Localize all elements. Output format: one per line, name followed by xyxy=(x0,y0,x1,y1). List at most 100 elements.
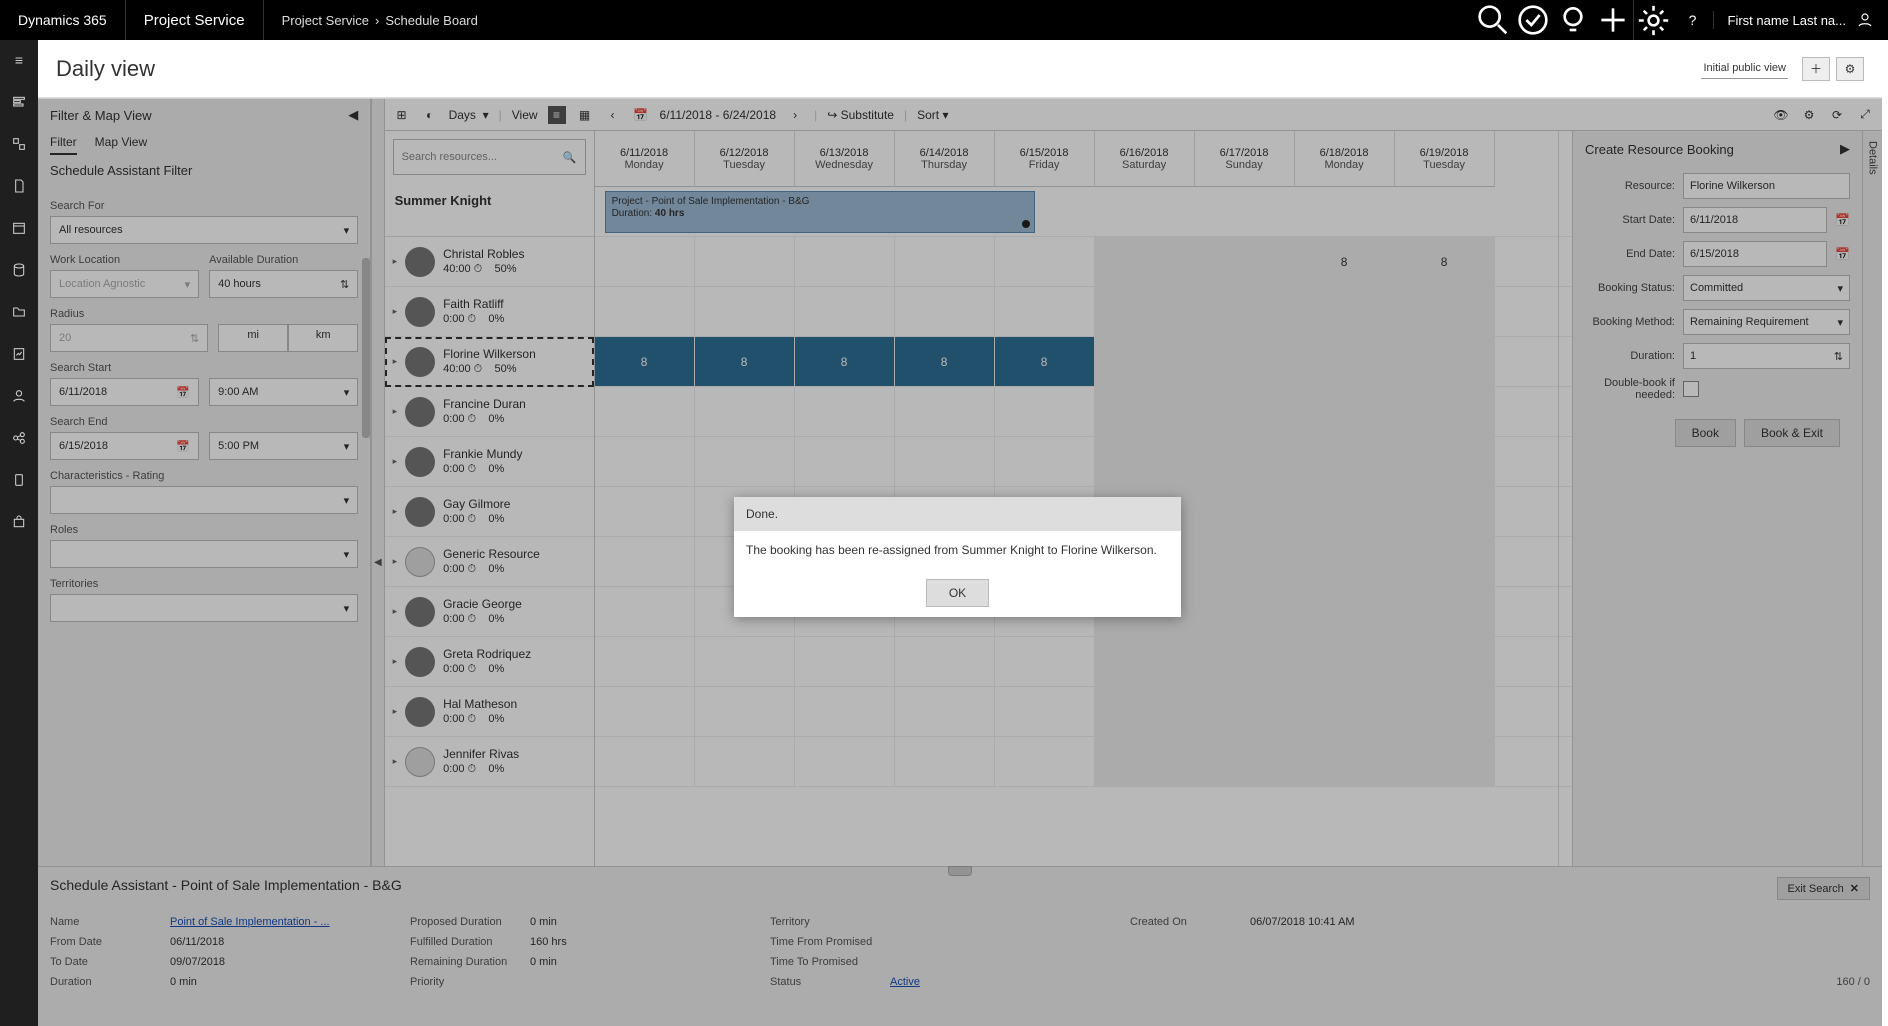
calendar-cell[interactable] xyxy=(795,637,895,686)
calendar-icon[interactable]: 📅 xyxy=(176,386,190,399)
calendar-cell[interactable] xyxy=(1395,287,1495,336)
prev-range-icon[interactable]: ‹ xyxy=(604,108,622,122)
calendar-cell[interactable] xyxy=(1395,737,1495,786)
resource-row[interactable]: ▸Greta Rodriquez0:00 ⏱ 0% xyxy=(385,637,594,687)
calendar-cell[interactable] xyxy=(1295,437,1395,486)
calendar-cell[interactable] xyxy=(1395,437,1495,486)
calendar-cell[interactable] xyxy=(1195,387,1295,436)
duration-input[interactable]: 1⇅ xyxy=(1683,343,1850,369)
calendar-cell[interactable] xyxy=(1395,587,1495,636)
calendar-cell[interactable] xyxy=(695,437,795,486)
nav-db-icon[interactable] xyxy=(7,258,31,282)
nav-calendar-icon[interactable] xyxy=(7,216,31,240)
radius-unit-toggle[interactable]: mikm xyxy=(218,324,358,352)
resource-row[interactable]: ▸Gracie George0:00 ⏱ 0% xyxy=(385,587,594,637)
calendar-cell[interactable] xyxy=(695,287,795,336)
calendar-cell[interactable] xyxy=(1195,487,1295,536)
calendar-cell[interactable] xyxy=(895,637,995,686)
calendar-cell[interactable] xyxy=(1095,737,1195,786)
status-select[interactable]: Committed▾ xyxy=(1683,275,1850,301)
calendar-cell[interactable] xyxy=(795,687,895,736)
end-date-input[interactable]: 6/15/2018📅 xyxy=(50,432,199,460)
expand-icon[interactable]: ▸ xyxy=(393,506,398,517)
calendar-cell[interactable] xyxy=(795,737,895,786)
calendar-cell[interactable] xyxy=(1095,287,1195,336)
scrollbar[interactable] xyxy=(362,258,370,438)
calendar-cell[interactable] xyxy=(795,237,895,286)
resource-row[interactable]: ▸Faith Ratliff0:00 ⏱ 0% xyxy=(385,287,594,337)
substitute-button[interactable]: ↪ Substitute xyxy=(827,108,894,122)
calendar-cell[interactable] xyxy=(795,437,895,486)
days-select[interactable]: Days ▾ xyxy=(449,108,489,122)
resource-row[interactable]: ▸Gay Gilmore0:00 ⏱ 0% xyxy=(385,487,594,537)
calendar-cell[interactable] xyxy=(595,287,695,336)
radius-input[interactable]: 20⇅ xyxy=(50,324,208,352)
calendar-cell[interactable] xyxy=(1095,437,1195,486)
sort-select[interactable]: Sort ▾ xyxy=(917,108,948,122)
expand-icon[interactable]: ▸ xyxy=(393,606,398,617)
refresh-icon[interactable]: ⟳ xyxy=(1828,108,1846,122)
calendar-icon[interactable]: 📅 xyxy=(1835,247,1850,261)
calendar-cell[interactable] xyxy=(895,287,995,336)
brand[interactable]: Dynamics 365 xyxy=(0,0,126,40)
expand-icon[interactable]: ▸ xyxy=(393,306,398,317)
expand-icon[interactable]: ▸ xyxy=(393,756,398,767)
characteristics-select[interactable]: ▾ xyxy=(50,486,358,514)
expand-grid-icon[interactable]: ⊞ xyxy=(393,108,411,122)
end-time-select[interactable]: 5:00 PM▾ xyxy=(209,432,358,460)
expand-icon[interactable]: ▸ xyxy=(393,556,398,567)
calendar-cell[interactable] xyxy=(895,237,995,286)
calendar-cell[interactable] xyxy=(995,687,1095,736)
resize-handle[interactable] xyxy=(948,866,972,876)
calendar-cell[interactable] xyxy=(1195,687,1295,736)
fullscreen-icon[interactable]: ⤢ xyxy=(1856,107,1874,122)
help-icon[interactable]: ? xyxy=(1673,0,1713,40)
calendar-cell[interactable] xyxy=(1395,537,1495,586)
calendar-cell[interactable]: 8 xyxy=(895,337,995,386)
tab-map-view[interactable]: Map View xyxy=(95,131,147,155)
avail-dur-select[interactable]: 40 hours⇅ xyxy=(209,270,358,298)
territories-select[interactable]: ▾ xyxy=(50,594,358,622)
pinned-resource[interactable]: Summer Knight xyxy=(385,187,594,237)
start-date-input[interactable]: 6/11/2018 xyxy=(1683,207,1827,233)
calendar-cell[interactable]: 8 xyxy=(695,337,795,386)
start-date-input[interactable]: 6/11/2018📅 xyxy=(50,378,199,406)
calendar-cell[interactable] xyxy=(1295,337,1395,386)
view-list-icon[interactable]: ≡ xyxy=(548,106,566,124)
resource-search-input[interactable]: Search resources...🔍 xyxy=(393,139,586,175)
calendar-cell[interactable] xyxy=(995,237,1095,286)
board-settings-button[interactable]: ⚙ xyxy=(1836,57,1864,81)
resource-row[interactable]: ▸Hal Matheson0:00 ⏱ 0% xyxy=(385,687,594,737)
collapse-filter-icon[interactable]: ◀ xyxy=(348,107,358,123)
calendar-cell[interactable] xyxy=(1095,337,1195,386)
calendar-cell[interactable] xyxy=(1095,237,1195,286)
nav-link-icon[interactable] xyxy=(7,426,31,450)
calendar-cell[interactable] xyxy=(1295,687,1395,736)
calendar-cell[interactable] xyxy=(1195,587,1295,636)
calendar-cell[interactable] xyxy=(1395,387,1495,436)
calendar-cell[interactable] xyxy=(995,737,1095,786)
double-book-checkbox[interactable] xyxy=(1683,381,1699,397)
calendar-cell[interactable] xyxy=(1095,687,1195,736)
bulb-icon[interactable] xyxy=(1553,0,1593,40)
calendar-cell[interactable] xyxy=(1395,337,1495,386)
nav-bag-icon[interactable] xyxy=(7,510,31,534)
nav-folder-icon[interactable] xyxy=(7,300,31,324)
resource-input[interactable]: Florine Wilkerson xyxy=(1683,173,1850,199)
work-location-select[interactable]: Location Agnostic▾ xyxy=(50,270,199,298)
calendar-cell[interactable] xyxy=(1095,387,1195,436)
method-select[interactable]: Remaining Requirement▾ xyxy=(1683,309,1850,335)
gear-icon[interactable]: ⚙ xyxy=(1800,108,1818,122)
calendar-cell[interactable]: 8 xyxy=(1395,237,1495,286)
resource-row[interactable]: ▸Jennifer Rivas0:00 ⏱ 0% xyxy=(385,737,594,787)
crumb-2[interactable]: Schedule Board xyxy=(385,13,478,28)
view-selector[interactable]: Initial public view xyxy=(1701,58,1788,79)
resource-row[interactable]: ▸Frankie Mundy0:00 ⏱ 0% xyxy=(385,437,594,487)
end-date-input[interactable]: 6/15/2018 xyxy=(1683,241,1827,267)
search-icon[interactable] xyxy=(1473,0,1513,40)
book-button[interactable]: Book xyxy=(1675,419,1736,447)
calendar-cell[interactable] xyxy=(695,237,795,286)
clock-icon[interactable]: ◐ xyxy=(421,108,439,122)
calendar-cell[interactable] xyxy=(1395,637,1495,686)
calendar-cell[interactable] xyxy=(795,387,895,436)
